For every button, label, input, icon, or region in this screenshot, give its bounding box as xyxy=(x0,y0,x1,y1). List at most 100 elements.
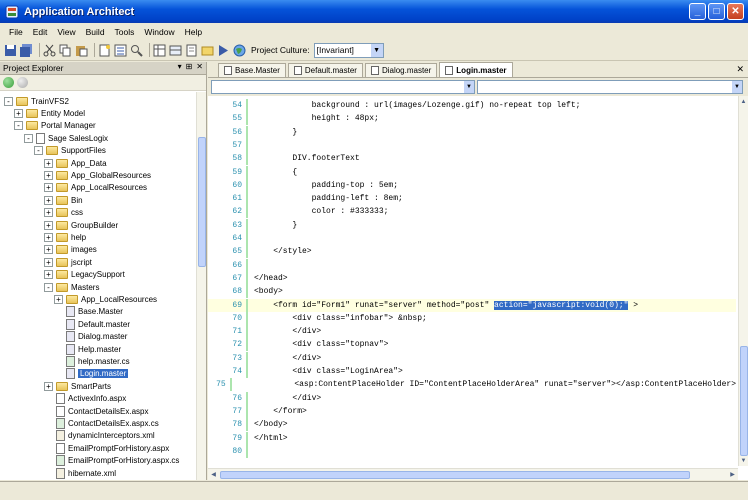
code-line[interactable]: 55 height : 48px; xyxy=(208,112,736,126)
globe-icon[interactable] xyxy=(233,44,246,57)
code-line[interactable]: 58 DIV.footerText xyxy=(208,152,736,166)
code-line[interactable]: 57 xyxy=(208,138,736,152)
copy-icon[interactable] xyxy=(59,44,72,57)
tree-item[interactable]: + Entity Model xyxy=(14,107,85,119)
expand-icon[interactable]: + xyxy=(44,270,53,280)
code-line[interactable]: 54 background : url(images/Lozenge.gif) … xyxy=(208,99,736,112)
editor-vertical-scrollbar[interactable]: ▲ ▼ xyxy=(738,96,748,466)
tree-item[interactable]: Default.master xyxy=(54,318,130,330)
code-line[interactable]: 66 xyxy=(208,258,736,272)
chevron-down-icon[interactable]: ▼ xyxy=(464,81,474,93)
scroll-left-icon[interactable]: ◀ xyxy=(209,470,218,479)
tree-item[interactable]: + App_Data xyxy=(44,157,107,169)
tree-item[interactable]: dynamicInterceptors.xml xyxy=(44,430,155,442)
tree-item[interactable]: + Bin xyxy=(44,194,83,206)
build-icon[interactable] xyxy=(217,44,230,57)
tree-item[interactable]: - TrainVFS2 xyxy=(4,95,69,107)
menu-window[interactable]: Window xyxy=(139,27,179,37)
minimize-button[interactable]: _ xyxy=(689,3,706,20)
expand-icon[interactable]: + xyxy=(44,195,53,205)
editor-scrollbar-thumb[interactable] xyxy=(740,346,748,456)
code-line[interactable]: 63 } xyxy=(208,218,736,232)
collapse-icon[interactable]: - xyxy=(24,133,33,143)
tree-item[interactable]: ContactDetailsEx.aspx xyxy=(44,405,148,417)
tree-item[interactable]: EmailPromptForHistory.aspx xyxy=(44,442,169,454)
code-line[interactable]: 78 </body> xyxy=(208,418,736,432)
expand-icon[interactable]: + xyxy=(44,245,53,255)
refresh-icon[interactable] xyxy=(3,77,14,88)
expand-icon[interactable]: + xyxy=(44,183,53,193)
menu-edit[interactable]: Edit xyxy=(28,27,53,37)
code-line[interactable]: 77 </form> xyxy=(208,404,736,418)
code-line[interactable]: 69 <form id="Form1" runat="server" metho… xyxy=(208,298,736,312)
paste-icon[interactable] xyxy=(75,44,88,57)
chevron-down-icon[interactable]: ▼ xyxy=(370,43,383,57)
tab-base-master[interactable]: Base.Master xyxy=(218,63,286,77)
tab-default-master[interactable]: Default.master xyxy=(287,63,363,77)
code-line[interactable]: 65 </style> xyxy=(208,245,736,259)
tree-item[interactable]: ActivexInfo.aspx xyxy=(44,393,126,405)
code-line[interactable]: 62 color : #333333; xyxy=(208,205,736,219)
object-dropdown[interactable]: ▼ xyxy=(211,80,475,94)
tree-item[interactable]: + App_GlobalResources xyxy=(44,169,151,181)
menu-file[interactable]: File xyxy=(4,27,28,37)
code-line[interactable]: 71 </div> xyxy=(208,325,736,339)
code-line[interactable]: 75 <asp:ContentPlaceHolder ID="ContentPl… xyxy=(208,378,736,392)
project-culture-select[interactable]: [Invariant] ▼ xyxy=(313,42,384,58)
scroll-right-icon[interactable]: ▶ xyxy=(728,470,737,479)
code-line[interactable]: 64 xyxy=(208,232,736,245)
member-dropdown[interactable]: ▼ xyxy=(477,80,743,94)
tree-item[interactable]: + App_LocalResources xyxy=(44,182,147,194)
collapse-icon[interactable]: - xyxy=(34,146,43,156)
stop-icon[interactable] xyxy=(17,77,28,88)
collapse-icon[interactable]: - xyxy=(44,282,53,292)
tree-item[interactable]: + css xyxy=(44,207,83,219)
expand-icon[interactable]: + xyxy=(44,158,53,168)
document-icon[interactable] xyxy=(185,44,198,57)
tab-login-master[interactable]: Login.master xyxy=(439,62,513,77)
tree-item[interactable]: - Masters xyxy=(44,281,99,293)
expand-icon[interactable]: + xyxy=(44,208,53,218)
chevron-down-icon[interactable]: ▼ xyxy=(732,81,742,93)
tree-item[interactable]: - SupportFiles xyxy=(34,145,106,157)
code-editor[interactable]: ▲ ▼ ◀ ▶ 54 background : url(images/Lozen… xyxy=(208,96,748,480)
code-line[interactable]: 76 </div> xyxy=(208,391,736,405)
expand-icon[interactable]: + xyxy=(44,381,53,391)
tree-item[interactable]: - Sage SalesLogix xyxy=(24,132,108,144)
grid-icon[interactable] xyxy=(153,44,166,57)
code-line[interactable]: 73 </div> xyxy=(208,351,736,365)
panel-close-icon[interactable]: ✕ xyxy=(196,62,203,71)
maximize-button[interactable]: □ xyxy=(708,3,725,20)
code-line[interactable]: 74 <div class="LoginArea"> xyxy=(208,365,736,378)
expand-icon[interactable]: + xyxy=(14,108,23,118)
new-item-icon[interactable] xyxy=(98,44,111,57)
expand-icon[interactable]: + xyxy=(44,257,53,267)
tree-item[interactable]: Base.Master xyxy=(54,306,123,318)
expand-icon[interactable]: + xyxy=(44,232,53,242)
explorer-scrollbar[interactable] xyxy=(196,92,206,480)
expand-icon[interactable]: + xyxy=(44,170,53,180)
tree-item[interactable]: + help xyxy=(44,231,86,243)
tree-item[interactable]: Help.master xyxy=(54,343,121,355)
close-button[interactable]: ✕ xyxy=(727,3,744,20)
tree-item[interactable]: Dialog.master xyxy=(54,331,127,343)
cut-icon[interactable] xyxy=(43,44,56,57)
selected-text[interactable]: action="javascript:void(0);" xyxy=(494,300,629,310)
expand-icon[interactable]: + xyxy=(54,294,63,304)
tree-item[interactable]: ContactDetailsEx.aspx.cs xyxy=(44,417,159,429)
explorer-scrollbar-thumb[interactable] xyxy=(198,137,206,267)
tree-item[interactable]: + SmartParts xyxy=(44,380,111,392)
project-tree[interactable]: - TrainVFS2 + Entity Model - Portal Manager - S… xyxy=(0,92,197,480)
tree-item[interactable]: help.master.cs xyxy=(54,355,130,367)
tree-item[interactable]: hibernate.xml xyxy=(44,467,116,479)
code-line[interactable]: 60 padding-top : 5em; xyxy=(208,178,736,192)
save-icon[interactable] xyxy=(4,44,17,57)
table-icon[interactable] xyxy=(169,44,182,57)
panel-dropdown-icon[interactable]: ▾ xyxy=(178,62,182,71)
close-tab-icon[interactable]: ✕ xyxy=(736,64,744,75)
tree-item[interactable]: + App_LocalResources xyxy=(54,293,157,305)
code-line[interactable]: 67 </head> xyxy=(208,271,736,285)
editor-horizontal-scrollbar[interactable]: ◀ ▶ xyxy=(208,468,738,480)
code-line[interactable]: 56 } xyxy=(208,125,736,139)
code-line[interactable]: 70 <div class="infobar"> &nbsp; xyxy=(208,311,736,325)
